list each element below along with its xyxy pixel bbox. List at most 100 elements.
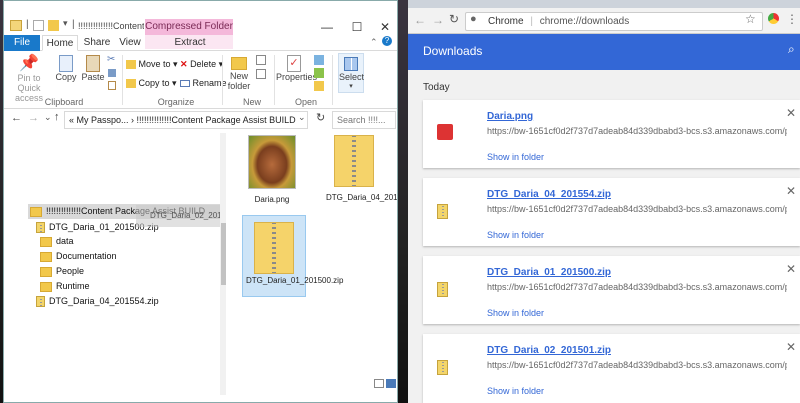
help-icon[interactable]: ? bbox=[382, 36, 392, 46]
folder-icon bbox=[30, 206, 42, 217]
tree-item-data[interactable]: data bbox=[40, 234, 74, 249]
omnibox-url: chrome://downloads bbox=[539, 16, 630, 27]
download-file-link[interactable]: DTG_Daria_04_201554.zip bbox=[487, 189, 611, 200]
new-item-icon[interactable] bbox=[256, 55, 266, 65]
copy-path-icon[interactable] bbox=[108, 69, 116, 77]
properties-label: Properties bbox=[276, 72, 318, 82]
tree-item-documentation[interactable]: Documentation bbox=[40, 249, 117, 264]
paste-label: Paste bbox=[81, 72, 105, 82]
file-name: DTG_Daria_01_201500.zip bbox=[246, 276, 344, 285]
divider bbox=[274, 55, 275, 105]
tree-item-zip-04[interactable]: DTG_Daria_04_201554.zip bbox=[36, 294, 159, 309]
back-arrow-icon[interactable]: ← bbox=[414, 13, 426, 27]
tab-file[interactable]: File bbox=[4, 35, 40, 51]
maximize-button[interactable]: ☐ bbox=[344, 19, 370, 35]
paste-shortcut-icon[interactable] bbox=[108, 81, 116, 90]
drag-ghost: DTG_Daria_02_201... bbox=[136, 205, 226, 227]
open-icon[interactable] bbox=[314, 55, 324, 65]
easy-access-icon[interactable] bbox=[256, 69, 266, 79]
rename-button[interactable]: Rename bbox=[180, 78, 227, 88]
select-button[interactable]: Select ▾ bbox=[338, 53, 364, 93]
details-view-icon[interactable] bbox=[374, 379, 384, 388]
file-item-daria-png[interactable]: Daria.png bbox=[242, 135, 302, 207]
divider bbox=[222, 55, 223, 105]
copy-button[interactable]: Copy bbox=[53, 55, 79, 82]
rename-icon bbox=[180, 80, 190, 88]
tab-share[interactable]: Share bbox=[80, 35, 114, 51]
zip-file-icon bbox=[437, 204, 448, 219]
new-folder-button[interactable]: New folder bbox=[224, 55, 254, 91]
tree-item-runtime[interactable]: Runtime bbox=[40, 279, 90, 294]
tree-item-people[interactable]: People bbox=[40, 264, 84, 279]
download-file-link[interactable]: DTG_Daria_02_201501.zip bbox=[487, 345, 611, 356]
tab-extract[interactable]: Extract bbox=[154, 35, 226, 51]
extension-icon[interactable] bbox=[768, 13, 779, 24]
search-input[interactable]: Search !!!!... bbox=[332, 111, 396, 129]
separator-icon: | bbox=[72, 19, 75, 30]
pin-to-quick-access-button[interactable]: 📌 Pin to Quick access bbox=[8, 55, 50, 103]
reload-icon[interactable]: ↻ bbox=[449, 12, 459, 26]
omnibox-site-label: Chrome bbox=[488, 16, 524, 27]
quick-access-dropdown-icon[interactable]: ▾ bbox=[63, 18, 68, 29]
drag-ghost-label: DTG_Daria_02_201... bbox=[150, 211, 226, 220]
recent-locations-icon[interactable]: ⌄ bbox=[44, 112, 52, 123]
navigation-pane bbox=[4, 133, 224, 402]
bookmark-star-icon[interactable]: ☆ bbox=[745, 12, 756, 26]
paste-button[interactable]: Paste bbox=[80, 55, 106, 82]
file-item-zip-01[interactable]: DTG_Daria_01_201500.zip bbox=[242, 215, 344, 297]
show-in-folder-link[interactable]: Show in folder bbox=[487, 152, 544, 162]
properties-button[interactable]: ✓ Properties bbox=[276, 55, 318, 82]
new-folder-quick-icon[interactable] bbox=[48, 20, 59, 31]
edit-icon[interactable] bbox=[314, 68, 324, 78]
address-dropdown-icon[interactable]: ⌄ bbox=[298, 112, 306, 123]
refresh-icon[interactable]: ↻ bbox=[316, 111, 325, 124]
download-card: DTG_Daria_01_201500.zip https://bw-1651c… bbox=[423, 256, 800, 324]
tree-item-label: People bbox=[56, 266, 85, 276]
collapse-ribbon-icon[interactable]: ⌃ bbox=[370, 37, 378, 48]
show-in-folder-link[interactable]: Show in folder bbox=[487, 386, 544, 396]
download-file-link[interactable]: Daria.png bbox=[487, 111, 533, 122]
download-file-link[interactable]: DTG_Daria_01_201500.zip bbox=[487, 267, 611, 278]
remove-download-icon[interactable]: ✕ bbox=[786, 262, 796, 276]
remove-download-icon[interactable]: ✕ bbox=[786, 340, 796, 354]
forward-arrow-icon[interactable]: → bbox=[432, 13, 444, 27]
omnibox[interactable]: Chrome | chrome://downloads bbox=[465, 12, 763, 31]
remove-download-icon[interactable]: ✕ bbox=[786, 184, 796, 198]
file-item-zip-04[interactable]: DTG_Daria_04_201554.zip bbox=[322, 135, 397, 215]
minimize-button[interactable]: — bbox=[314, 19, 340, 35]
chrome-tab-strip bbox=[408, 0, 800, 8]
move-to-button[interactable]: Move to ▾ bbox=[126, 59, 178, 70]
chrome-menu-icon[interactable]: ⋮ bbox=[786, 12, 798, 26]
select-icon bbox=[344, 57, 358, 71]
search-icon[interactable]: ⌕ bbox=[788, 42, 795, 57]
tab-home[interactable]: Home bbox=[42, 35, 78, 51]
tree-item-label: Runtime bbox=[56, 281, 90, 291]
large-icons-view-icon[interactable] bbox=[386, 379, 396, 388]
history-icon[interactable] bbox=[314, 81, 324, 91]
divider bbox=[122, 55, 123, 105]
group-clipboard: Clipboard bbox=[44, 97, 84, 107]
zip-file-icon bbox=[437, 360, 448, 375]
zip-icon bbox=[36, 222, 45, 234]
new-folder-icon bbox=[231, 57, 247, 70]
copy-to-button[interactable]: Copy to ▾ bbox=[126, 78, 177, 89]
file-explorer-window: | ▾ | !!!!!!!!!!!!!!Content Pac... Compr… bbox=[3, 0, 398, 403]
up-arrow-icon[interactable]: ↑ bbox=[54, 111, 60, 123]
copy-label: Copy bbox=[55, 72, 77, 82]
properties-quick-icon[interactable] bbox=[33, 20, 44, 31]
show-in-folder-link[interactable]: Show in folder bbox=[487, 230, 544, 240]
forward-arrow-icon[interactable]: → bbox=[28, 112, 39, 124]
address-input[interactable]: « My Passpo... › !!!!!!!!!!!!!!Content P… bbox=[64, 111, 308, 129]
move-to-label: Move to bbox=[138, 59, 171, 69]
cut-icon[interactable]: ✂ bbox=[107, 54, 115, 65]
show-in-folder-link[interactable]: Show in folder bbox=[487, 308, 544, 318]
tab-view[interactable]: View bbox=[114, 35, 146, 51]
folder-icon bbox=[40, 281, 52, 292]
tree-item-label: DTG_Daria_04_201554.zip bbox=[49, 296, 159, 306]
back-arrow-icon[interactable]: ← bbox=[11, 112, 22, 124]
delete-button[interactable]: ✕ Delete ▾ bbox=[180, 59, 223, 70]
close-button[interactable]: ✕ bbox=[372, 19, 397, 35]
window-title: !!!!!!!!!!!!!!Content Pac... bbox=[78, 21, 144, 31]
remove-download-icon[interactable]: ✕ bbox=[786, 106, 796, 120]
omnibox-divider: | bbox=[530, 16, 533, 27]
